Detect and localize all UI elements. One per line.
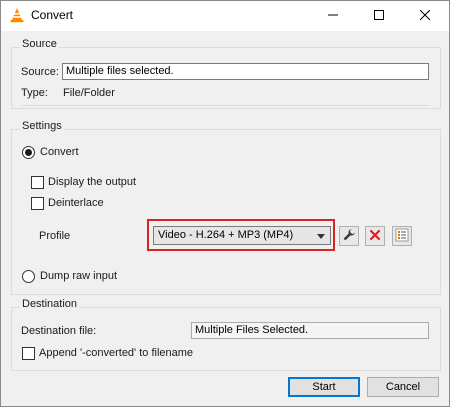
deinterlace-label[interactable]: Deinterlace — [48, 197, 104, 209]
append-converted-label[interactable]: Append '-converted' to filename — [39, 347, 193, 359]
profile-label: Profile — [39, 230, 71, 242]
delete-profile-button[interactable] — [365, 226, 385, 246]
convert-dialog: Convert Source Source: Multiple files se… — [0, 0, 450, 407]
delete-x-icon — [369, 229, 381, 244]
type-value: File/Folder — [63, 87, 115, 99]
title-bar[interactable]: Convert — [1, 1, 449, 31]
destination-file-label: Destination file: — [21, 325, 97, 337]
settings-group-title: Settings — [20, 120, 64, 132]
display-output-label[interactable]: Display the output — [48, 176, 136, 188]
vlc-cone-icon — [9, 7, 25, 23]
minimize-icon — [328, 10, 338, 23]
display-output-checkbox[interactable] — [31, 176, 44, 189]
source-divider — [21, 105, 429, 106]
close-button[interactable] — [402, 1, 448, 31]
source-group-title: Source — [20, 38, 59, 50]
new-profile-button[interactable] — [392, 226, 412, 246]
destination-file-field[interactable]: Multiple Files Selected. — [191, 322, 429, 339]
maximize-icon — [374, 9, 384, 23]
profile-dropdown[interactable]: Video - H.264 + MP3 (MP4) — [153, 226, 331, 245]
start-button[interactable]: Start — [288, 377, 360, 397]
dump-raw-radio[interactable] — [22, 270, 35, 283]
destination-group: Destination — [11, 298, 441, 371]
source-field[interactable]: Multiple files selected. — [62, 63, 429, 80]
maximize-button[interactable] — [356, 1, 402, 31]
append-converted-checkbox[interactable] — [22, 347, 35, 360]
source-label: Source: — [21, 66, 59, 78]
cancel-button[interactable]: Cancel — [367, 377, 439, 397]
new-profile-list-icon — [395, 228, 409, 245]
deinterlace-checkbox[interactable] — [31, 197, 44, 210]
type-label: Type: — [21, 87, 48, 99]
profile-dropdown-value: Video - H.264 + MP3 (MP4) — [158, 229, 294, 241]
destination-group-title: Destination — [20, 298, 80, 310]
edit-profile-button[interactable] — [339, 226, 359, 246]
close-icon — [419, 9, 431, 23]
convert-radio[interactable] — [22, 146, 35, 159]
convert-label[interactable]: Convert — [40, 146, 79, 158]
window-title: Convert — [31, 8, 74, 22]
chevron-down-icon — [317, 234, 325, 239]
minimize-button[interactable] — [310, 1, 356, 31]
dump-raw-label[interactable]: Dump raw input — [40, 270, 117, 282]
wrench-icon — [342, 228, 356, 245]
